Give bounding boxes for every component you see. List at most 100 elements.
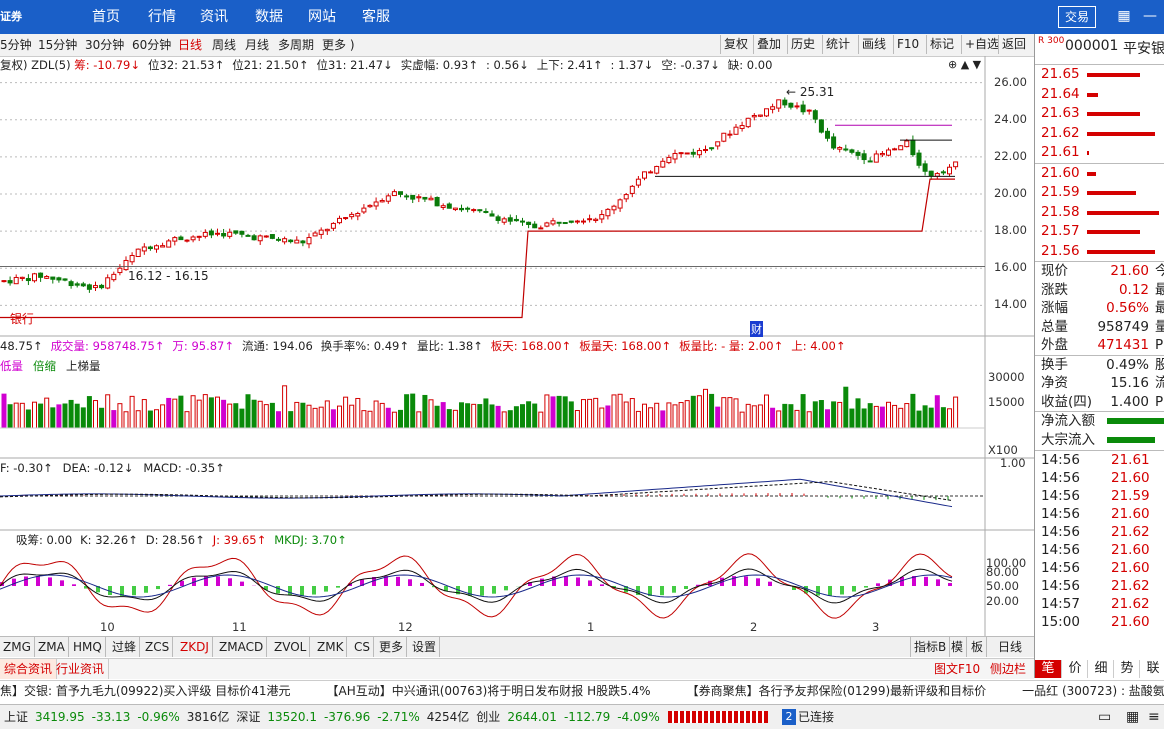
order-book-row[interactable]: 21.62 (1035, 124, 1164, 144)
candlestick[interactable] (81, 282, 85, 287)
candlestick[interactable] (685, 153, 689, 154)
order-book-row[interactable]: 21.64 (1035, 85, 1164, 105)
candlestick[interactable] (484, 208, 488, 213)
candlestick[interactable] (521, 218, 525, 226)
candlestick[interactable] (923, 161, 927, 176)
candlestick[interactable] (856, 150, 860, 160)
candlestick[interactable] (594, 218, 598, 223)
candlestick[interactable] (478, 209, 482, 213)
candlestick[interactable] (771, 104, 775, 114)
candlestick[interactable] (948, 164, 952, 176)
candlestick[interactable] (216, 229, 220, 237)
candlestick[interactable] (643, 171, 647, 180)
tab-general-news[interactable]: 综合资讯 (0, 659, 57, 679)
candlestick[interactable] (789, 102, 793, 109)
candlestick[interactable] (423, 197, 427, 202)
candlestick[interactable] (661, 158, 665, 168)
candlestick[interactable] (350, 212, 354, 220)
candlestick[interactable] (94, 282, 98, 291)
candlestick[interactable] (545, 222, 549, 227)
period-60min[interactable]: 60分钟 (132, 34, 171, 56)
kline-chart[interactable] (0, 56, 1034, 636)
candlestick[interactable] (441, 203, 445, 210)
candlestick[interactable] (222, 229, 226, 239)
ticker-item[interactable]: 【AH互动】中兴通讯(00763)将于明日发布财报 H股跌5.4% (326, 684, 650, 698)
candlestick[interactable] (600, 210, 604, 223)
candlestick[interactable] (466, 207, 470, 213)
period-30min[interactable]: 30分钟 (85, 34, 124, 56)
tool-draw-line[interactable]: 画线 (858, 35, 889, 54)
indicator-tab-设置[interactable]: 设置 (409, 637, 440, 657)
candlestick[interactable] (270, 234, 274, 239)
nav-market[interactable]: 行情 (148, 0, 176, 34)
candlestick[interactable] (496, 215, 500, 224)
candlestick[interactable] (148, 246, 152, 251)
candlestick[interactable] (435, 196, 439, 206)
candlestick[interactable] (777, 99, 781, 111)
candlestick[interactable] (289, 239, 293, 243)
candlestick[interactable] (228, 229, 232, 239)
candlestick[interactable] (716, 142, 720, 150)
candlestick[interactable] (673, 150, 677, 164)
candlestick[interactable] (155, 244, 159, 252)
candlestick[interactable] (618, 198, 622, 212)
financial-report-marker[interactable]: 财 (750, 321, 763, 337)
connection-status[interactable]: 已连接 (798, 705, 834, 729)
candlestick[interactable] (539, 225, 543, 229)
nav-website[interactable]: 网站 (308, 0, 336, 34)
indicator-tab-zmk[interactable]: ZMK (314, 637, 347, 657)
panel-tab-4[interactable]: 联 (1139, 660, 1164, 678)
graphic-f10-button[interactable]: 图文F10 (932, 659, 982, 679)
candlestick[interactable] (502, 217, 506, 225)
candlestick[interactable] (557, 222, 561, 226)
candlestick[interactable] (405, 194, 409, 200)
candlestick[interactable] (191, 235, 195, 242)
candlestick[interactable] (575, 220, 579, 224)
candlestick[interactable] (106, 274, 110, 289)
ticker-item[interactable]: 【券商聚焦】各行予友邦保险(01299)最新评级和目标价 (687, 684, 987, 698)
candlestick[interactable] (380, 198, 384, 202)
candlestick[interactable] (8, 277, 12, 286)
candlestick[interactable] (801, 101, 805, 115)
period-15min[interactable]: 15分钟 (38, 34, 77, 56)
candlestick[interactable] (508, 215, 512, 225)
news-ticker[interactable]: 焦】交银: 首予九毛九(09922)买入评级 目标价41港元【AH互动】中兴通讯… (0, 680, 1164, 701)
candlestick[interactable] (246, 234, 250, 236)
candlestick[interactable] (460, 205, 464, 212)
candlestick[interactable] (240, 231, 244, 238)
period-multi[interactable]: 多周期 (278, 34, 314, 56)
candlestick[interactable] (899, 145, 903, 150)
candlestick[interactable] (45, 275, 49, 279)
candlestick[interactable] (624, 193, 628, 202)
indicator-tab-zma[interactable]: ZMA (35, 637, 69, 657)
candlestick[interactable] (325, 229, 329, 235)
candlestick[interactable] (649, 170, 653, 173)
candlestick[interactable] (874, 150, 878, 162)
tool-mark[interactable]: 标记 (926, 35, 957, 54)
candlestick[interactable] (411, 195, 415, 203)
candlestick[interactable] (935, 172, 939, 179)
candlestick[interactable] (514, 215, 518, 222)
panel-tab-3[interactable]: 势 (1113, 660, 1140, 678)
order-book-row[interactable]: 21.65 (1035, 65, 1164, 85)
nav-service[interactable]: 客服 (362, 0, 390, 34)
indicator-tab-zmg[interactable]: ZMG (0, 637, 35, 657)
candlestick[interactable] (850, 149, 854, 155)
period-daily[interactable]: 日线 (178, 34, 202, 56)
indicator-tab-cs[interactable]: CS (351, 637, 374, 657)
candlestick[interactable] (307, 233, 311, 248)
candlestick[interactable] (826, 128, 830, 142)
candlestick[interactable] (130, 252, 134, 265)
candlestick[interactable] (740, 122, 744, 132)
candlestick[interactable] (795, 102, 799, 109)
indicator-tab-zkdj[interactable]: ZKDJ (177, 637, 213, 657)
candlestick[interactable] (173, 236, 177, 245)
candlestick[interactable] (746, 118, 750, 128)
candlestick[interactable] (69, 280, 73, 289)
candlestick[interactable] (612, 205, 616, 214)
period-weekly[interactable]: 周线 (212, 34, 236, 56)
candlestick[interactable] (606, 208, 610, 219)
candlestick[interactable] (636, 176, 640, 188)
indicator-tab-zmacd[interactable]: ZMACD (216, 637, 267, 657)
indicator-b-tab[interactable]: 指标B (910, 637, 950, 657)
